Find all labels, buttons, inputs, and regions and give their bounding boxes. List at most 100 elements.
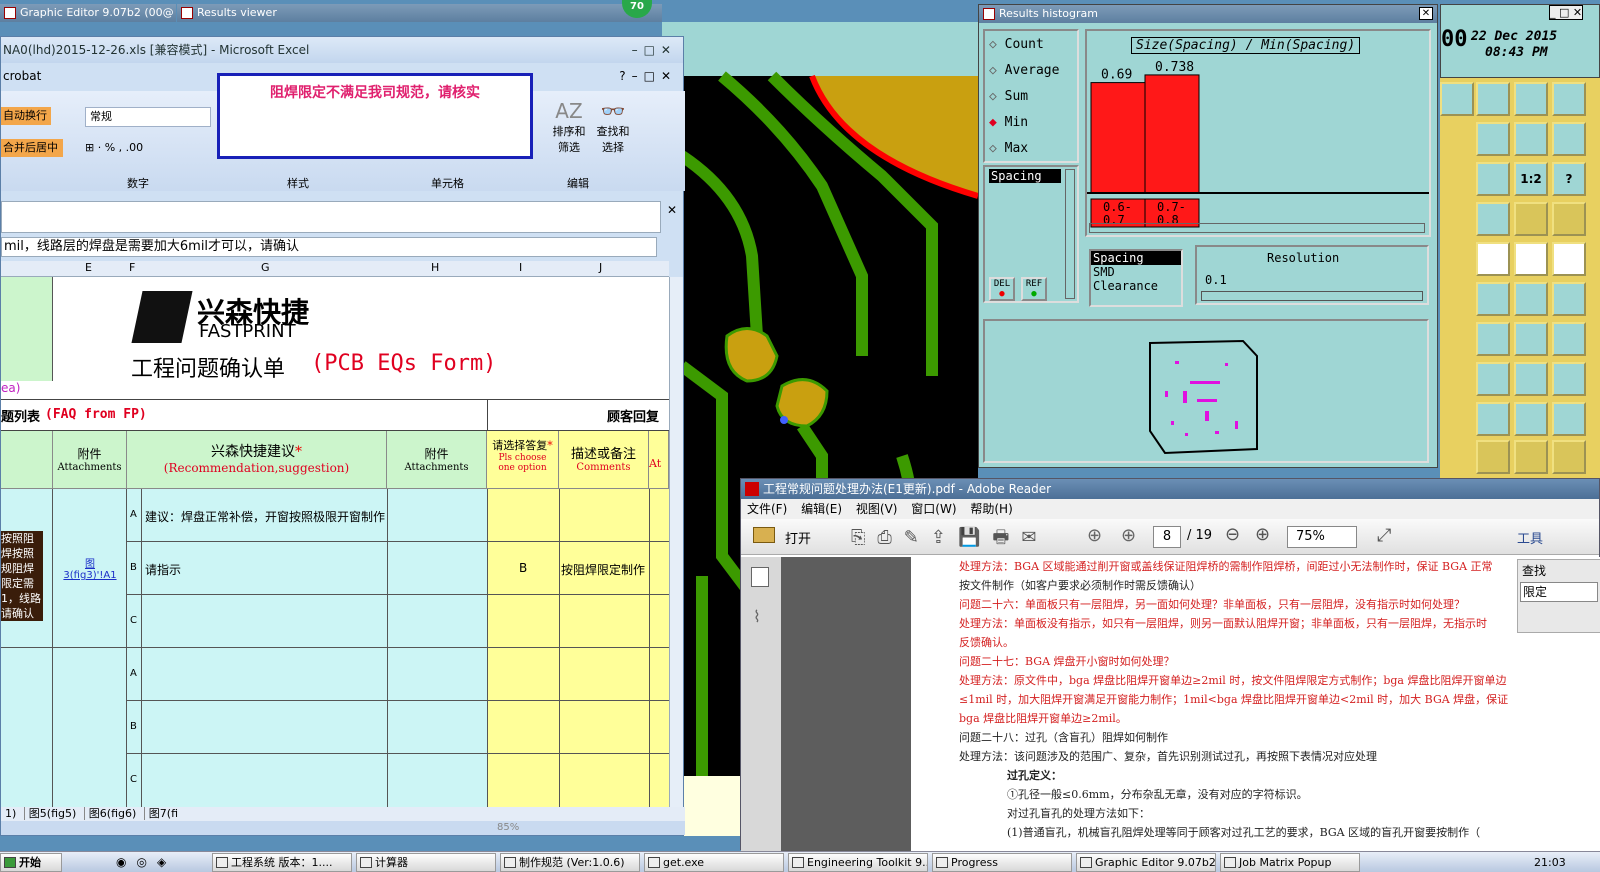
tool-a3-icon[interactable] [1552, 402, 1586, 436]
tool-a-icon[interactable] [1476, 402, 1510, 436]
option-average[interactable]: ◇ Average [989, 63, 1059, 78]
adobe-titlebar[interactable]: 工程常规问题处理办法(E1更新).pdf - Adobe Reader [741, 479, 1599, 499]
down-arrow-icon[interactable]: ⊕ [1121, 525, 1136, 546]
tool-pointer3-icon[interactable] [1552, 440, 1586, 474]
resolution-slider[interactable] [1201, 291, 1423, 301]
tool-swap-icon[interactable] [1514, 122, 1548, 156]
tool-layer2-icon[interactable] [1552, 202, 1586, 236]
type-clearance[interactable]: Clearance [1091, 279, 1181, 293]
results-viewer-titlebar[interactable]: Results viewer [177, 4, 662, 22]
table-row[interactable] [127, 648, 669, 701]
vertical-scrollbar[interactable] [669, 277, 683, 807]
sheet-grid[interactable]: 兴森快捷 FASTPRINT 工程问题确认单 (PCB EQs Form) ea… [1, 277, 669, 807]
task-item[interactable]: 计算器 [356, 853, 496, 872]
close-icon[interactable]: ✕ [1419, 7, 1433, 20]
col-f[interactable]: F [129, 261, 135, 274]
table-row[interactable] [1, 595, 669, 648]
col-j[interactable]: J [599, 261, 602, 274]
folder-icon[interactable] [753, 527, 775, 543]
ribbon-controls[interactable]: ?–□✕ [619, 63, 677, 89]
histogram-bar[interactable] [1144, 74, 1200, 194]
sheet-tab[interactable]: 图6(fig6) [83, 807, 141, 820]
task-item[interactable]: Engineering Toolkit 9.... [788, 853, 928, 872]
type-spacing[interactable]: Spacing [1091, 251, 1181, 265]
task-item[interactable]: Graphic Editor 9.07b2... [1076, 853, 1216, 872]
pdf-page[interactable]: 处理方法：BGA 区域能通过削开窗或盖线保证阻焊桥的需制作阻焊桥，间距过小无法制… [911, 557, 1600, 851]
quicklaunch[interactable]: ◉◎◈ [116, 855, 176, 869]
sheet-tab[interactable]: 图5(fig5) [23, 807, 81, 820]
zoom-in-icon[interactable]: ⊕ [1255, 524, 1270, 545]
tool-pointer2-icon[interactable] [1514, 440, 1548, 474]
list-item-spacing[interactable]: Spacing [989, 169, 1061, 183]
del-button[interactable]: DEL ● [989, 277, 1015, 301]
window-controls[interactable]: –□✕ [632, 37, 677, 63]
col-e[interactable]: E [85, 261, 92, 274]
menu-window[interactable]: 窗口(W) [911, 502, 956, 516]
name-box-area[interactable] [1, 201, 661, 233]
tool-f-icon[interactable] [1552, 322, 1586, 356]
tool-rotate-icon[interactable] [1514, 322, 1548, 356]
tool-slash-icon[interactable] [1476, 322, 1510, 356]
page-number-input[interactable]: 8 [1153, 526, 1181, 548]
tool-layer-icon[interactable] [1514, 202, 1548, 236]
attachment-icon[interactable]: ⌇ [753, 607, 761, 626]
option-min[interactable]: ◆ Min [989, 115, 1028, 130]
task-item[interactable]: 制作规范 (Ver:1.0.6) [500, 853, 640, 872]
tool-pointer-icon[interactable] [1476, 440, 1510, 474]
find-select-button[interactable]: 👓 查找和选择 [593, 99, 633, 155]
table-row[interactable] [127, 701, 669, 754]
zoom-out-icon[interactable]: ⊖ [1225, 524, 1240, 545]
tool-fit-icon[interactable] [1514, 362, 1548, 396]
option-sum[interactable]: ◇ Sum [989, 89, 1028, 104]
pages-icon[interactable] [751, 567, 769, 587]
col-i[interactable]: I [519, 261, 522, 274]
tool-download-icon[interactable] [1440, 82, 1474, 116]
number-format-select[interactable]: 常规 [85, 107, 211, 127]
fig-link[interactable]: 图 3(fig3)'!A1 [55, 555, 125, 581]
zoom-select[interactable]: 75% [1287, 526, 1357, 548]
tool-grid-icon[interactable] [1476, 202, 1510, 236]
task-item[interactable]: Progress [932, 853, 1072, 872]
col-g[interactable]: G [261, 261, 270, 274]
menu-view[interactable]: 视图(V) [856, 502, 898, 516]
type-smd[interactable]: SMD [1091, 265, 1181, 279]
option-max[interactable]: ◇ Max [989, 141, 1028, 156]
find-input[interactable]: 限定 [1520, 582, 1598, 602]
up-arrow-icon[interactable]: ⊕ [1087, 525, 1102, 546]
tool-cross-icon[interactable] [1476, 282, 1510, 316]
tool-line-icon[interactable] [1514, 282, 1548, 316]
task-item[interactable]: Job Matrix Popup [1220, 853, 1360, 872]
chart-scrollbar[interactable] [1089, 223, 1425, 233]
tools-button[interactable]: 工具 [1517, 528, 1543, 547]
menu-edit[interactable]: 编辑(E) [801, 502, 842, 516]
tool-home-icon[interactable] [1514, 82, 1548, 116]
sheet-tab[interactable]: 图7(fi [143, 807, 183, 820]
tool-arrow-icon[interactable] [1552, 282, 1586, 316]
tool-shape-icon[interactable] [1476, 242, 1510, 276]
menu-file[interactable]: 文件(F) [747, 502, 787, 516]
percent-button[interactable]: ⊞ · % , .00 [85, 141, 211, 159]
tool-pan-icon[interactable] [1476, 162, 1510, 196]
option-count[interactable]: ◇ Count [989, 37, 1044, 52]
menu-help[interactable]: 帮助(H) [970, 502, 1012, 516]
expand-icon[interactable]: ⤢ [1377, 525, 1391, 546]
toolbar-icons[interactable]: ⎘⎙✎⇪💾🖶✉ [851, 525, 1048, 555]
tool-s-icon[interactable] [1552, 122, 1586, 156]
merge-center-button[interactable]: 合并后居中 [1, 139, 63, 157]
type-list[interactable]: Spacing SMD Clearance [1089, 249, 1183, 307]
tool-ruler-icon[interactable] [1514, 242, 1548, 276]
tool-import-icon[interactable] [1476, 82, 1510, 116]
formula-bar[interactable]: mil，线路层的焊盘是需要加大6mil才可以，请确认 [1, 237, 657, 257]
graphic-editor-titlebar[interactable]: Graphic Editor 9.07b2 (00@ [0, 4, 176, 22]
task-item[interactable]: 工程系统 版本：1.... [212, 853, 352, 872]
open-button[interactable]: 打开 [785, 528, 811, 547]
tool-a2-icon[interactable] [1514, 402, 1548, 436]
board-preview[interactable] [983, 319, 1429, 463]
wrap-text-button[interactable]: 自动换行 [1, 107, 51, 125]
tool-scale-icon[interactable]: 1:2 [1514, 162, 1548, 196]
tool-dot-icon[interactable] [1552, 242, 1586, 276]
ref-button[interactable]: REF ● [1021, 277, 1047, 301]
tool-copy-icon[interactable] [1552, 362, 1586, 396]
window-controls[interactable]: _ □ ✕ [1549, 5, 1584, 20]
sheet-tab[interactable]: 1) [1, 807, 20, 820]
